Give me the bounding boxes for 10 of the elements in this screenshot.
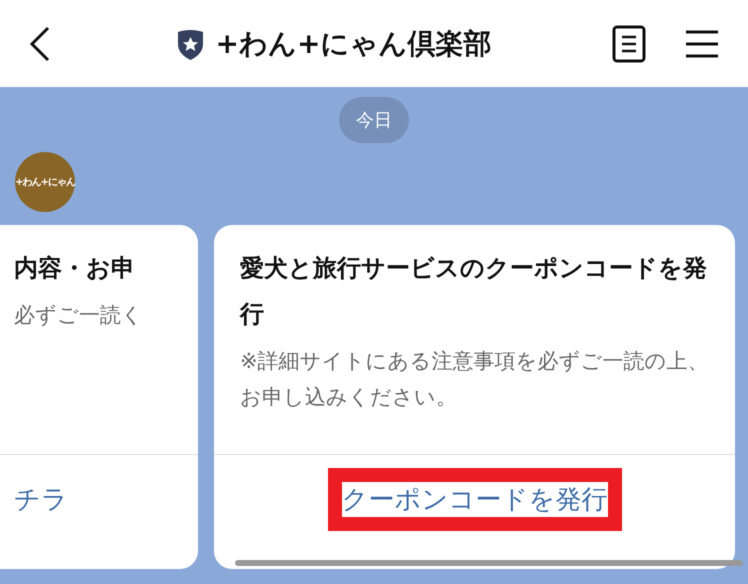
menu-icon[interactable] xyxy=(686,28,718,58)
card-title: 内容・お申 xyxy=(14,253,136,284)
card-title: 愛犬と旅行サービスのクーポンコードを発行 xyxy=(240,253,708,330)
sender-avatar[interactable]: +わん+にゃん xyxy=(15,152,75,212)
notes-icon[interactable] xyxy=(612,24,646,62)
card-description: ※詳細サイトにある注意事項を必ずご一読の上、お申し込みください。 xyxy=(240,348,709,411)
card-description: 必ずご一読く xyxy=(14,302,144,329)
date-label: 今日 xyxy=(339,97,409,143)
card-link[interactable]: クーポンコードを発行 xyxy=(342,482,608,516)
chat-title: +わん+にゃん倶楽部 xyxy=(216,26,492,62)
